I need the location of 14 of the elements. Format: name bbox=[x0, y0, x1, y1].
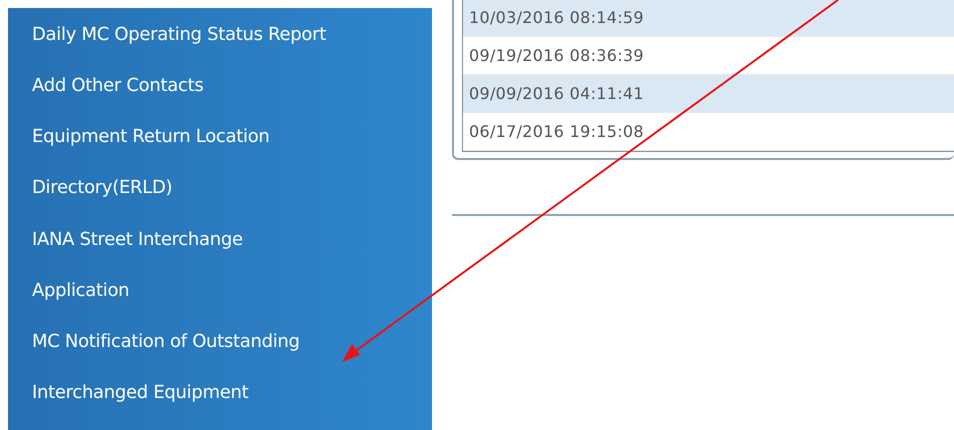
table-row[interactable]: 09/09/2016 04:11:41 bbox=[463, 75, 954, 113]
sidebar-link[interactable]: Directory(ERLD) bbox=[32, 174, 432, 226]
sidebar-link[interactable]: Daily MC Operating Status Report bbox=[32, 21, 432, 72]
table-cell-text: 09/09/2016 04:11:41 bbox=[469, 82, 644, 104]
sidebar-link[interactable]: Application bbox=[32, 276, 432, 328]
table-cell-text: 06/17/2016 19:15:08 bbox=[469, 120, 644, 142]
sidebar-link[interactable]: IANA Street Interchange bbox=[32, 226, 432, 277]
table-cell-text: 09/19/2016 08:36:39 bbox=[469, 44, 644, 66]
table-row[interactable]: 10/03/2016 08:14:59 bbox=[463, 0, 954, 37]
sidebar-link[interactable]: Equipment Return Location bbox=[32, 123, 432, 174]
table-cell-text: 10/03/2016 08:14:59 bbox=[469, 6, 644, 28]
sidebar-link[interactable]: Interchanged Equipment bbox=[32, 378, 432, 430]
sidebar-link[interactable]: Add Other Contacts bbox=[32, 72, 432, 124]
sidebar-link[interactable]: MC Notification of Outstanding bbox=[32, 328, 432, 379]
